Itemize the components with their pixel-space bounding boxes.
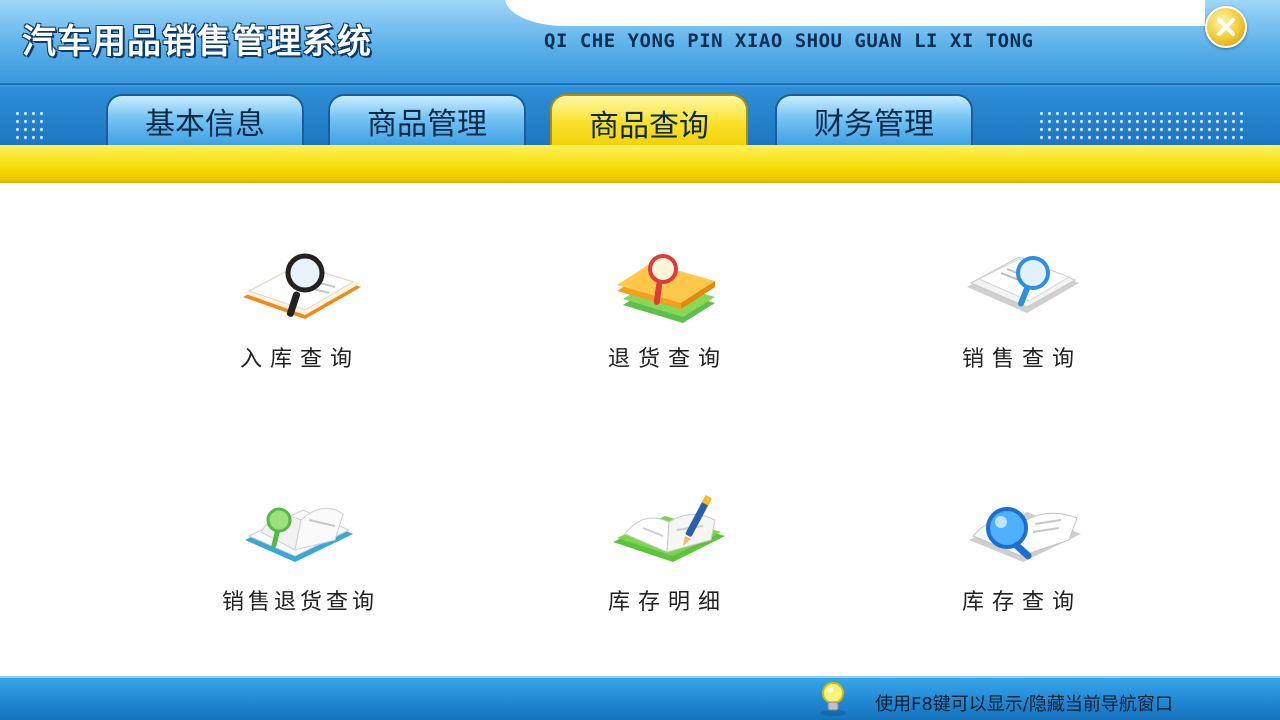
tab-content-band	[0, 145, 1280, 183]
tab-finance-management[interactable]: 财务管理	[775, 94, 973, 145]
tile-label: 销售退货查询	[221, 590, 378, 615]
return-search-icon	[617, 254, 715, 323]
app-subtitle: QI CHE YONG PIN XIAO SHOU GUAN LI XI TON…	[544, 30, 1034, 52]
status-hint: 使用F8键可以显示/隐藏当前导航窗口	[875, 694, 1173, 715]
decorative-dots-left	[16, 112, 43, 139]
tile-label: 库存查询	[961, 590, 1082, 615]
tile-label: 退货查询	[607, 347, 728, 372]
tab-basic-info[interactable]: 基本信息	[106, 94, 304, 145]
status-bar: 使用F8键可以显示/隐藏当前导航窗口	[0, 676, 1280, 720]
close-icon	[1217, 18, 1235, 36]
app-title: 汽车用品销售管理系统	[22, 22, 372, 62]
stock-in-search-icon	[243, 253, 361, 319]
inventory-detail-icon	[613, 495, 725, 562]
query-panel: 入库查询 退货查询 销售查询 销售退货查询 库存明细 库存查询	[0, 185, 1280, 675]
sales-search-icon	[967, 256, 1079, 313]
tile-return-query[interactable]: 退货查询	[548, 247, 788, 417]
tile-sales-return-query[interactable]: 销售退货查询	[180, 490, 420, 660]
tile-label: 销售查询	[961, 347, 1082, 372]
tile-stock-in-query[interactable]: 入库查询	[180, 247, 420, 417]
sales-return-search-icon	[245, 507, 353, 562]
tile-inventory-query[interactable]: 库存查询	[902, 490, 1142, 660]
tab-product-management[interactable]: 商品管理	[328, 94, 526, 145]
tile-label: 入库查询	[239, 347, 360, 372]
title-bar-wave	[505, 0, 1205, 26]
lightbulb-icon	[820, 682, 846, 716]
tile-inventory-detail[interactable]: 库存明细	[548, 490, 788, 660]
inventory-search-icon	[969, 507, 1081, 562]
tile-label: 库存明细	[607, 590, 728, 615]
tab-product-query[interactable]: 商品查询	[550, 94, 748, 145]
decorative-dots-right	[1040, 112, 1243, 139]
close-button[interactable]	[1205, 6, 1247, 48]
tile-sales-query[interactable]: 销售查询	[902, 247, 1142, 417]
title-bar: 汽车用品销售管理系统 QI CHE YONG PIN XIAO SHOU GUA…	[0, 0, 1280, 145]
